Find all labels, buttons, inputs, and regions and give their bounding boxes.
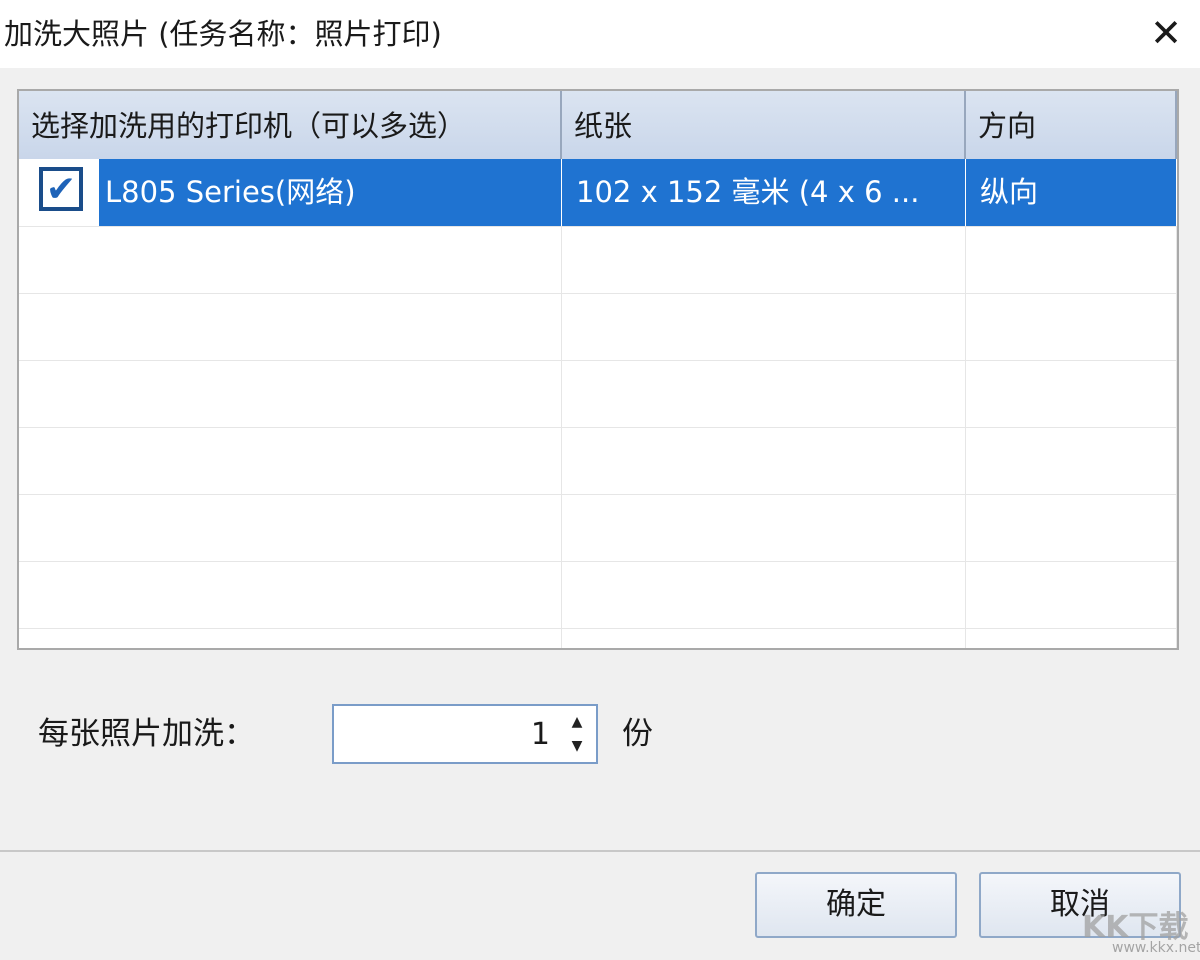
spin-up-icon[interactable]: ▲ (566, 711, 588, 733)
paper-size-cell: 102 x 152 毫米 (4 x 6 ... (562, 159, 966, 226)
close-icon[interactable]: ✕ (1146, 10, 1186, 56)
spin-down-icon[interactable]: ▼ (566, 735, 588, 757)
watermark-url: www.kkx.net (1112, 940, 1200, 956)
column-header-orientation[interactable]: 方向 (966, 91, 1177, 159)
grid-header: 选择加洗用的打印机（可以多选） 纸张 方向 (19, 91, 1177, 160)
copies-value[interactable]: 1 (531, 706, 550, 762)
ok-button[interactable]: 确定 (755, 872, 957, 938)
table-row-empty (19, 561, 1177, 629)
table-row-printer[interactable]: L805 Series(网络) ✔ 102 x 152 毫米 (4 x 6 ..… (19, 159, 1177, 227)
table-row-empty (19, 293, 1177, 361)
copies-label: 每张照片加洗： (38, 716, 255, 752)
printer-name-cell: L805 Series(网络) (19, 159, 562, 226)
orientation-cell: 纵向 (966, 159, 1177, 226)
table-row-empty (19, 628, 1177, 648)
printer-grid: 选择加洗用的打印机（可以多选） 纸张 方向 L805 Series(网络) ✔ … (17, 89, 1179, 650)
copies-stepper[interactable]: 1 ▲ ▼ (332, 704, 598, 764)
title-bar: 加洗大照片 (任务名称：照片打印) ✕ (0, 0, 1200, 68)
table-row-empty (19, 494, 1177, 562)
table-row-empty (19, 360, 1177, 428)
column-header-paper[interactable]: 纸张 (562, 91, 966, 159)
printer-select-checkbox[interactable]: ✔ (39, 167, 83, 211)
column-header-printer[interactable]: 选择加洗用的打印机（可以多选） (19, 91, 562, 159)
checkbox-cell: ✔ (19, 159, 99, 226)
divider (0, 850, 1200, 852)
copies-unit-label: 份 (622, 716, 653, 752)
window-title: 加洗大照片 (任务名称：照片打印) (4, 17, 442, 51)
table-row-empty (19, 226, 1177, 294)
table-row-empty (19, 427, 1177, 495)
